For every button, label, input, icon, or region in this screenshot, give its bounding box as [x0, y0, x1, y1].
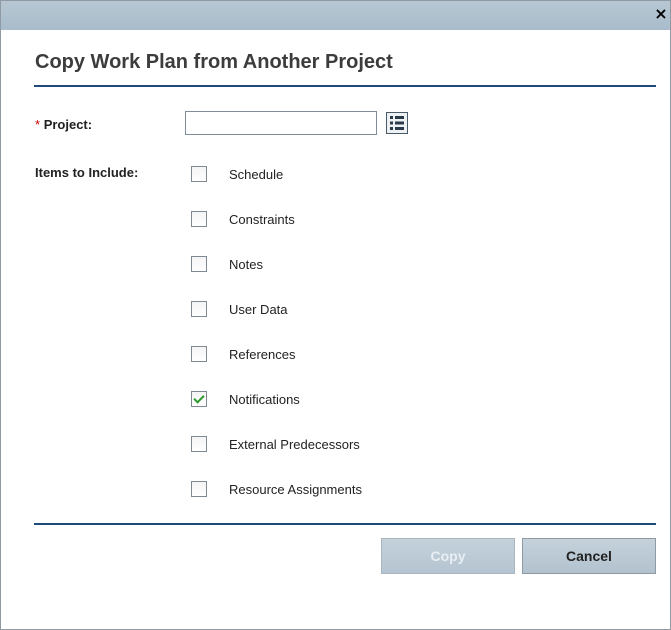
project-label-text: Project: — [43, 117, 93, 132]
references-label: References — [229, 346, 296, 362]
notifications-label: Notifications — [229, 391, 300, 407]
project-input[interactable] — [185, 111, 377, 135]
close-icon[interactable]: × — [654, 5, 668, 23]
user-data-label: User Data — [229, 301, 288, 317]
cancel-button[interactable]: Cancel — [522, 538, 656, 574]
constraints-checkbox[interactable] — [191, 211, 207, 227]
item-user-data[interactable]: User Data — [191, 299, 288, 319]
list-picker-icon[interactable] — [386, 112, 408, 134]
user-data-checkbox[interactable] — [191, 301, 207, 317]
notes-checkbox[interactable] — [191, 256, 207, 272]
item-constraints[interactable]: Constraints — [191, 209, 295, 229]
copy-button[interactable]: Copy — [381, 538, 515, 574]
resource-assignments-label: Resource Assignments — [229, 481, 362, 497]
item-resource-assignments[interactable]: Resource Assignments — [191, 479, 362, 499]
item-notifications[interactable]: Notifications — [191, 389, 300, 409]
project-label: * Project: — [35, 117, 92, 132]
notifications-checkbox[interactable] — [191, 391, 207, 407]
notes-label: Notes — [229, 256, 263, 272]
references-checkbox[interactable] — [191, 346, 207, 362]
external-predecessors-label: External Predecessors — [229, 436, 360, 452]
dialog-titlebar[interactable]: × — [1, 1, 670, 30]
item-notes[interactable]: Notes — [191, 254, 263, 274]
footer-divider — [34, 523, 656, 525]
items-to-include-label: Items to Include: — [35, 165, 139, 180]
item-schedule[interactable]: Schedule — [191, 164, 283, 184]
constraints-label: Constraints — [229, 211, 295, 227]
required-marker: * — [35, 117, 41, 132]
item-external-predecessors[interactable]: External Predecessors — [191, 434, 360, 454]
dialog-title: Copy Work Plan from Another Project — [35, 51, 393, 73]
schedule-label: Schedule — [229, 166, 284, 182]
item-references[interactable]: References — [191, 344, 295, 364]
copy-work-plan-dialog: × Copy Work Plan from Another Project * … — [0, 0, 671, 630]
schedule-checkbox[interactable] — [191, 166, 207, 182]
header-divider — [34, 85, 656, 87]
resource-assignments-checkbox[interactable] — [191, 481, 207, 497]
external-predecessors-checkbox[interactable] — [191, 436, 207, 452]
